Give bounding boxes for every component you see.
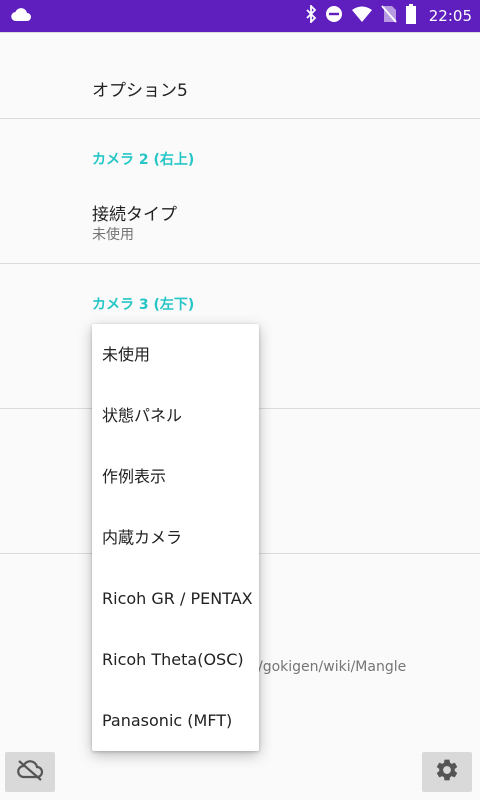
wifi-icon <box>351 6 373 26</box>
popup-item-ricoh-gr-pentax[interactable]: Ricoh GR / PENTAX <box>92 568 259 629</box>
clock: 22:05 <box>428 7 472 25</box>
popup-item-ricoh-theta[interactable]: Ricoh Theta(OSC) <box>92 629 259 690</box>
cloud-off-icon <box>16 759 44 785</box>
cloud-off-button[interactable] <box>5 752 55 792</box>
url-summary-fragment: /gokigen/wiki/Mangle <box>258 659 407 675</box>
popup-item-unused[interactable]: 未使用 <box>92 324 259 385</box>
no-sim-icon <box>381 5 397 27</box>
connection-type-popup: 未使用 状態パネル 作例表示 内蔵カメラ Ricoh GR / PENTAX R… <box>92 324 259 751</box>
popup-item-status-panel[interactable]: 状態パネル <box>92 385 259 446</box>
popup-item-sample-view[interactable]: 作例表示 <box>92 446 259 507</box>
battery-icon <box>405 4 417 28</box>
bluetooth-icon <box>305 3 317 27</box>
do-not-disturb-icon <box>325 5 343 27</box>
gear-icon <box>434 757 460 787</box>
status-bar: 22:05 <box>0 0 480 32</box>
popup-item-builtin-camera[interactable]: 内蔵カメラ <box>92 507 259 568</box>
settings-list[interactable]: オプション5 カメラ 2 (右上) 接続タイプ 未使用 カメラ 3 (左下) /… <box>0 32 480 800</box>
settings-button[interactable] <box>422 752 472 792</box>
popup-item-panasonic-mft[interactable]: Panasonic (MFT) <box>92 690 259 751</box>
cloud-icon <box>10 7 32 27</box>
